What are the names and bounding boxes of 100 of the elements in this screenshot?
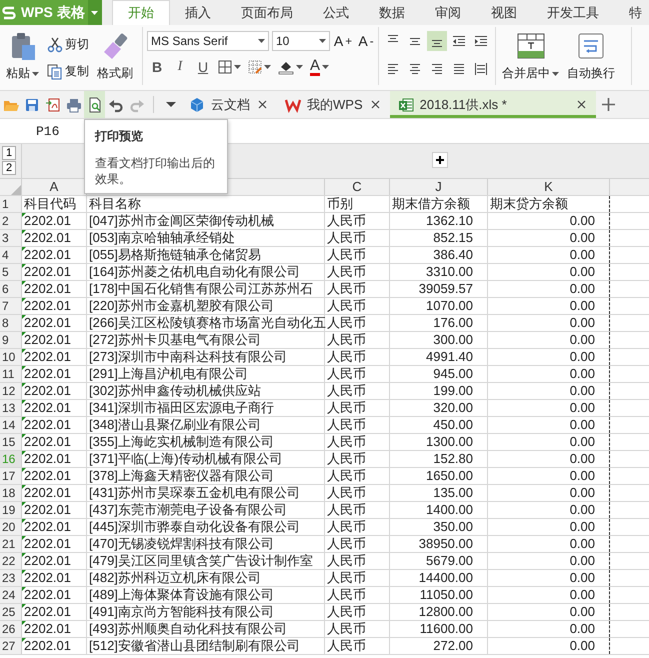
font-name-dropdown[interactable]: MS Sans Serif — [147, 31, 269, 51]
bold-button[interactable]: B — [147, 57, 167, 77]
align-left-icon — [386, 62, 400, 76]
menu-tab[interactable]: 页面布局 — [226, 0, 308, 25]
row-number[interactable]: 9 — [0, 332, 22, 348]
document-tab[interactable]: 我的WPS — [277, 91, 390, 118]
paste-button[interactable]: 粘贴 — [4, 31, 41, 83]
merge-center-button[interactable]: 合并居中 — [500, 31, 561, 83]
table-cell: 人民币 — [325, 332, 390, 348]
document-tab[interactable]: 云文档 — [181, 91, 277, 118]
row-number[interactable]: 22 — [0, 553, 22, 569]
caret-icon — [234, 65, 241, 69]
table-cell: 0.00 — [488, 570, 610, 586]
outline-level-button[interactable]: 1 — [2, 146, 16, 160]
row-number[interactable]: 18 — [0, 485, 22, 501]
borders-icon — [218, 60, 232, 74]
table-cell: 945.00 — [390, 366, 488, 382]
outline-level-button[interactable]: 2 — [2, 161, 16, 175]
table-cell: 2202.01 — [22, 502, 87, 518]
table-cell: 0.00 — [488, 485, 610, 501]
cell-style-button[interactable] — [246, 59, 273, 75]
row-number[interactable]: 12 — [0, 383, 22, 399]
close-tab-button[interactable] — [368, 98, 382, 111]
menu-tab[interactable]: 开始 — [112, 0, 170, 25]
borders-button[interactable] — [216, 59, 243, 75]
row-number[interactable]: 21 — [0, 536, 22, 552]
table-cell: 300.00 — [390, 332, 488, 348]
table-cell: 人民币 — [325, 451, 390, 467]
italic-button[interactable]: I — [170, 57, 190, 77]
font-color-button[interactable]: A — [308, 58, 332, 76]
underline-button[interactable]: U — [193, 57, 213, 77]
row-number[interactable]: 20 — [0, 519, 22, 535]
row-number[interactable]: 24 — [0, 587, 22, 603]
document-tab[interactable]: 2018.11供.xls * — [390, 91, 596, 118]
table-cell: 人民币 — [325, 519, 390, 535]
copy-icon — [47, 64, 63, 80]
menu-tab[interactable]: 视图 — [476, 0, 532, 25]
table-cell: 人民币 — [325, 553, 390, 569]
table-cell: 2202.01 — [22, 485, 87, 501]
row-number[interactable]: 19 — [0, 502, 22, 518]
align-bottom-icon — [432, 40, 442, 47]
row-number[interactable]: 17 — [0, 468, 22, 484]
row-number[interactable]: 4 — [0, 247, 22, 263]
table-cell: 2202.01 — [22, 366, 87, 382]
row-number[interactable]: 7 — [0, 298, 22, 314]
row-number[interactable]: 26 — [0, 621, 22, 637]
print-icon — [66, 96, 82, 112]
cell-reference-field[interactable]: P16 — [0, 124, 80, 138]
row-number[interactable]: 15 — [0, 434, 22, 450]
cut-button[interactable]: 剪切 — [45, 35, 91, 54]
row-number[interactable]: 10 — [0, 349, 22, 365]
menu-tab[interactable]: 公式 — [308, 0, 364, 25]
preview-button[interactable] — [84, 91, 105, 118]
table-cell: 人民币 — [325, 366, 390, 382]
close-tab-button[interactable] — [574, 98, 588, 111]
table-cell: 0.00 — [488, 638, 610, 654]
table-cell: 0.00 — [488, 264, 610, 280]
bottom-align-button[interactable] — [427, 31, 447, 51]
row-number[interactable]: 25 — [0, 604, 22, 620]
table-cell: 176.00 — [390, 315, 488, 331]
row-number[interactable]: 27 — [0, 638, 22, 654]
table-cell: 4991.40 — [390, 349, 488, 365]
row-number[interactable]: 11 — [0, 366, 22, 382]
font-size-dropdown[interactable]: 10 — [272, 31, 330, 51]
spreadsheet-icon — [398, 96, 414, 112]
table-cell: 0.00 — [488, 247, 610, 263]
row-number[interactable]: 14 — [0, 417, 22, 433]
merge-cells-icon — [516, 32, 544, 60]
table-cell: 0.00 — [488, 349, 610, 365]
close-tab-button[interactable] — [256, 98, 269, 111]
table-cell: 0.00 — [488, 587, 610, 603]
table-cell: 期末贷方余额 — [488, 196, 610, 212]
table-cell: 2202.01 — [22, 587, 87, 603]
menu-tab[interactable]: 审阅 — [420, 0, 476, 25]
menu-tab[interactable]: 数据 — [364, 0, 420, 25]
row-number[interactable]: 23 — [0, 570, 22, 586]
row-number[interactable]: 3 — [0, 230, 22, 246]
menu-tab[interactable]: 开发工具 — [532, 0, 614, 25]
row-number[interactable]: 6 — [0, 281, 22, 297]
expand-button[interactable] — [432, 152, 448, 168]
close-icon — [576, 100, 586, 109]
row-number[interactable]: 13 — [0, 400, 22, 416]
copy-button[interactable]: 复制 — [45, 62, 91, 81]
row-number[interactable]: 8 — [0, 315, 22, 331]
app-menu-button[interactable] — [88, 0, 102, 25]
caret-icon — [258, 39, 265, 43]
table-cell: [055]易格斯拖链轴承仓储贸易 — [87, 247, 325, 263]
caret-icon — [322, 65, 330, 69]
wrap-text-button[interactable]: 自动换行 — [565, 31, 617, 83]
table-cell: [470]无锡凌锐焊割科技有限公司 — [87, 536, 325, 552]
table-cell: 人民币 — [325, 502, 390, 518]
table-cell: 272.00 — [390, 638, 488, 654]
table-cell: 人民币 — [325, 383, 390, 399]
table-cell: [431]苏州市昊琛泰五金机电有限公司 — [87, 485, 325, 501]
menu-tab[interactable]: 特 — [614, 0, 649, 25]
row-number[interactable]: 2 — [0, 213, 22, 229]
row-number[interactable]: 1 — [0, 196, 22, 212]
format-painter-button[interactable]: 格式刷 — [95, 31, 135, 83]
row-number[interactable]: 5 — [0, 264, 22, 280]
menu-tab[interactable]: 插入 — [170, 0, 226, 25]
